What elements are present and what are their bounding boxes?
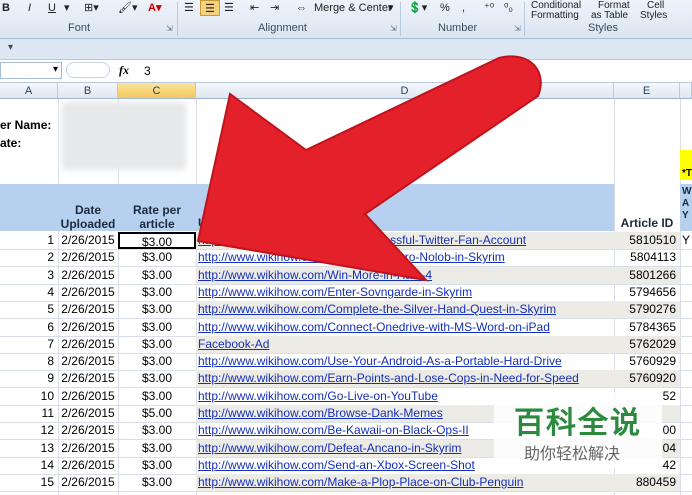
pointer-arrow-shape	[196, 55, 542, 282]
watermark-subtitle: 助你轻松解决	[524, 444, 621, 463]
watermark: 百科全说 助你轻松解决	[494, 392, 662, 468]
watermark-title: 百科全说	[514, 406, 642, 441]
